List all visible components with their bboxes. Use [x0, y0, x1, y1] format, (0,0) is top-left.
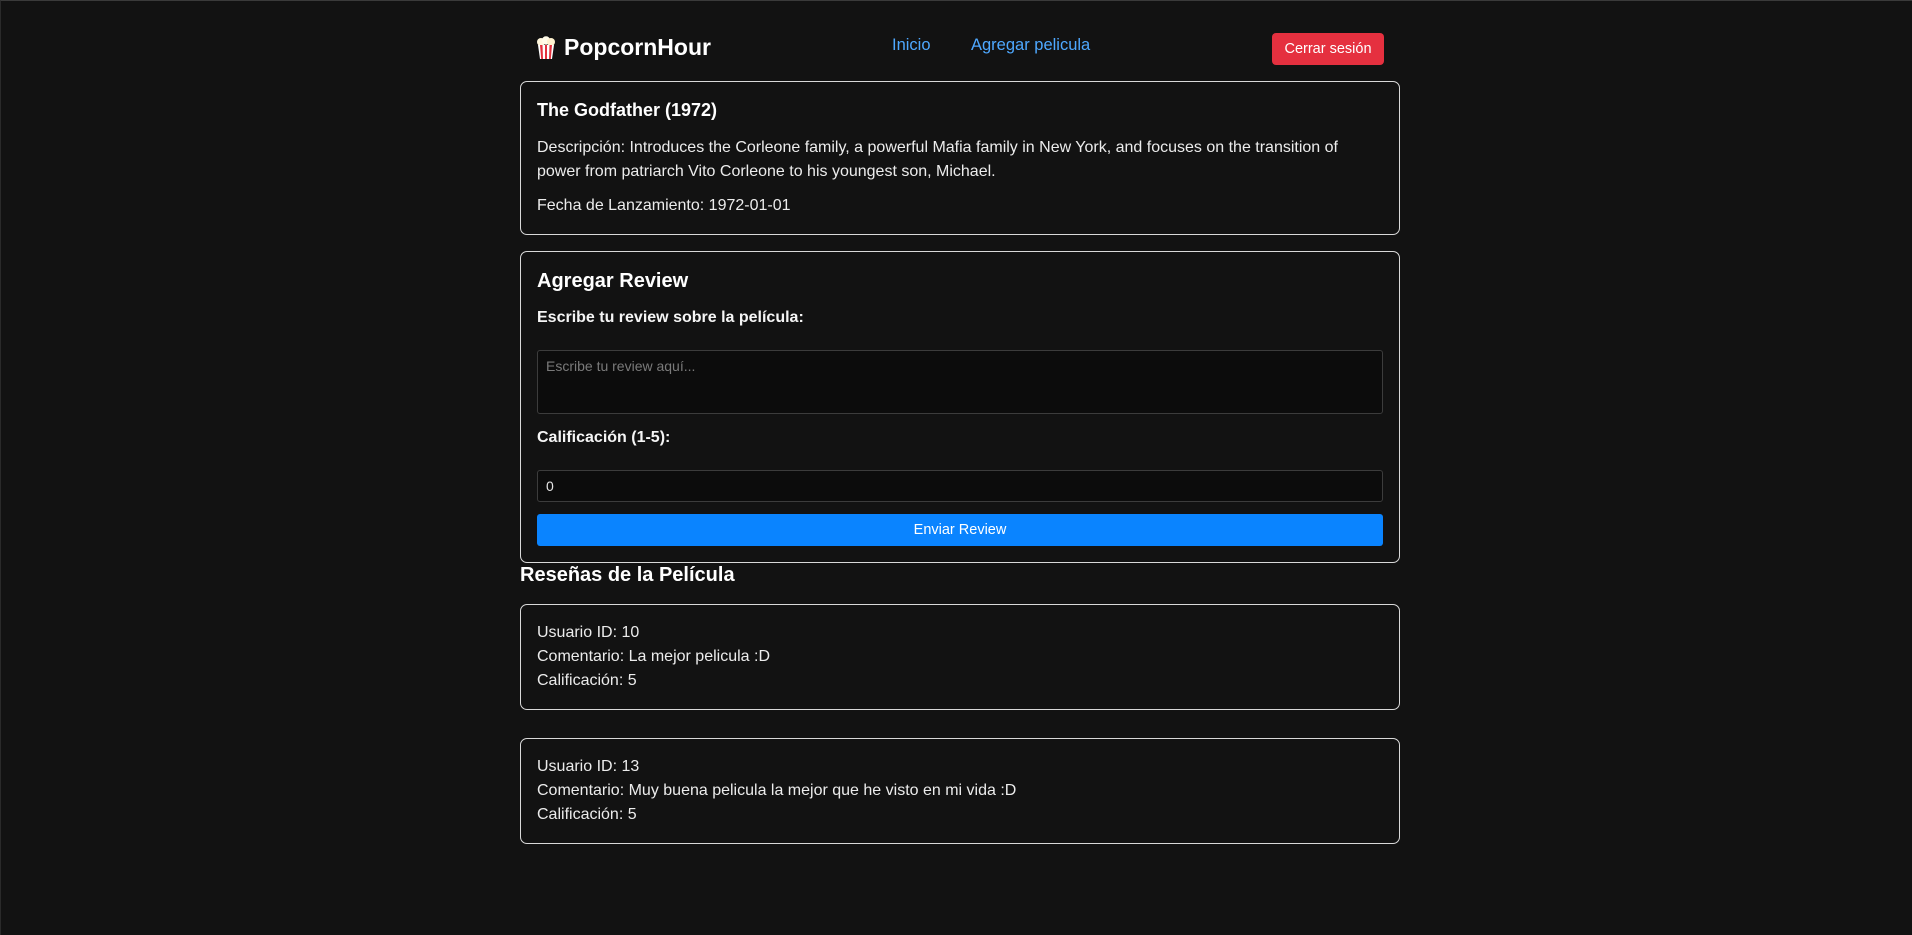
review-card: Usuario ID: 13 Comentario: Muy buena pel… — [520, 738, 1400, 844]
movie-details-card: The Godfather (1972) Descripción: Introd… — [520, 81, 1400, 235]
logout-button[interactable]: Cerrar sesión — [1272, 33, 1384, 65]
rating-input[interactable] — [537, 470, 1383, 502]
popcorn-icon — [536, 35, 556, 60]
movie-description: Descripción: Introduces the Corleone fam… — [537, 139, 1338, 180]
rating-label: Calificación (1-5): — [537, 429, 671, 446]
nav-add-movie-link[interactable]: Agregar pelicula — [971, 36, 1090, 55]
submit-review-button[interactable]: Enviar Review — [537, 514, 1383, 546]
add-review-form: Agregar Review Escribe tu review sobre l… — [520, 251, 1400, 563]
review-card: Usuario ID: 10 Comentario: La mejor peli… — [520, 604, 1400, 710]
review-rating: Calificación: 5 — [537, 806, 637, 823]
review-textarea[interactable] — [537, 350, 1383, 414]
review-comment: Comentario: Muy buena pelicula la mejor … — [537, 782, 1017, 799]
review-user: Usuario ID: 13 — [537, 758, 640, 775]
review-comment: Comentario: La mejor pelicula :D — [537, 648, 770, 665]
form-title: Agregar Review — [537, 270, 689, 292]
navbar: PopcornHour Inicio Agregar pelicula Cerr… — [520, 24, 1400, 74]
brand[interactable]: PopcornHour — [536, 34, 711, 61]
reviews-heading: Reseñas de la Película — [520, 564, 735, 586]
nav-home-link[interactable]: Inicio — [892, 36, 931, 55]
review-user: Usuario ID: 10 — [537, 624, 640, 641]
movie-title: The Godfather (1972) — [537, 100, 718, 120]
movie-release-date: Fecha de Lanzamiento: 1972-01-01 — [537, 197, 791, 214]
brand-name: PopcornHour — [564, 34, 711, 60]
review-label: Escribe tu review sobre la película: — [537, 309, 804, 326]
review-rating: Calificación: 5 — [537, 672, 637, 689]
